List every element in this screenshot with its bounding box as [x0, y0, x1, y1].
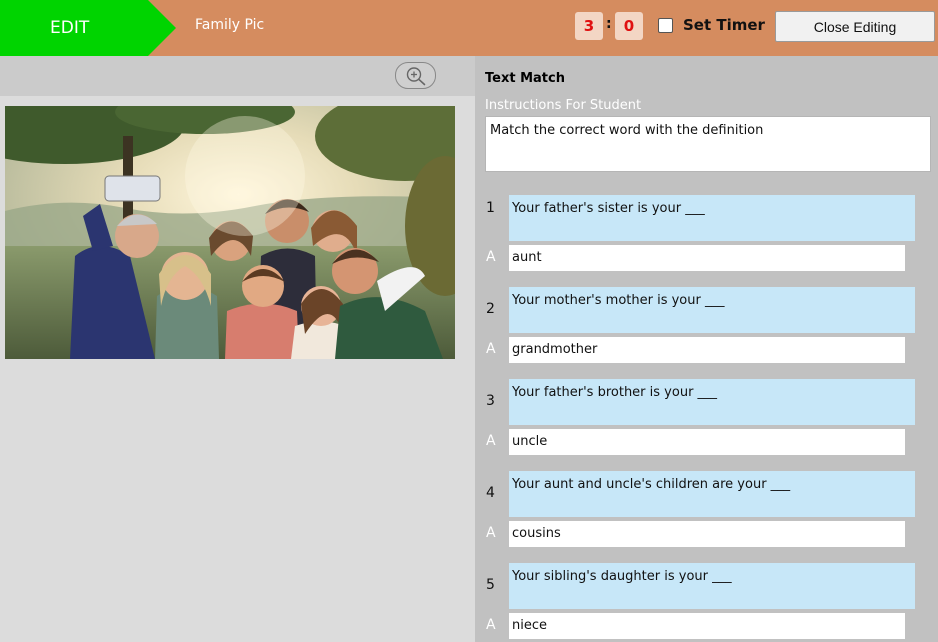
question-number: 1 — [486, 200, 495, 216]
answer-marker: A — [486, 341, 496, 357]
activity-editor-pane: Text Match Instructions For Student Matc… — [475, 56, 938, 642]
timer-separator: : — [606, 16, 612, 32]
set-timer-checkbox[interactable] — [658, 18, 673, 33]
answer-field[interactable]: uncle — [509, 429, 905, 455]
set-timer-label: Set Timer — [683, 16, 765, 34]
edit-mode-label: EDIT — [50, 18, 90, 38]
zoom-in-icon — [406, 66, 425, 85]
answer-marker: A — [486, 525, 496, 541]
answer-field[interactable]: grandmother — [509, 337, 905, 363]
close-editing-button[interactable]: Close Editing — [775, 11, 935, 42]
top-bar: EDIT Family Pic 3 : 0 Set Timer Close Ed… — [0, 0, 938, 56]
answer-marker: A — [486, 433, 496, 449]
question-field[interactable]: Your aunt and uncle's children are your … — [509, 471, 915, 517]
image-toolbar — [0, 56, 475, 96]
image-pane — [0, 96, 475, 642]
answer-field[interactable]: aunt — [509, 245, 905, 271]
question-field[interactable]: Your sibling's daughter is your ___ — [509, 563, 915, 609]
question-number: 3 — [486, 393, 495, 409]
instructions-field[interactable]: Match the correct word with the definiti… — [485, 116, 931, 172]
question-field[interactable]: Your mother's mother is your ___ — [509, 287, 915, 333]
question-field[interactable]: Your father's brother is your ___ — [509, 379, 915, 425]
edit-mode-tab[interactable]: EDIT — [0, 0, 176, 56]
question-field[interactable]: Your father's sister is your ___ — [509, 195, 915, 241]
document-title: Family Pic — [195, 17, 265, 33]
answer-field[interactable]: niece — [509, 613, 905, 639]
answer-marker: A — [486, 617, 496, 633]
family-photo — [5, 106, 455, 359]
zoom-button[interactable] — [395, 62, 436, 89]
answer-marker: A — [486, 249, 496, 265]
activity-type-heading: Text Match — [485, 71, 565, 86]
question-number: 4 — [486, 485, 495, 501]
answer-field[interactable]: cousins — [509, 521, 905, 547]
question-number: 2 — [486, 301, 495, 317]
timer-minutes-field[interactable]: 3 — [575, 12, 603, 40]
instructions-label: Instructions For Student — [485, 98, 642, 113]
timer-seconds-field[interactable]: 0 — [615, 12, 643, 40]
question-number: 5 — [486, 577, 495, 593]
